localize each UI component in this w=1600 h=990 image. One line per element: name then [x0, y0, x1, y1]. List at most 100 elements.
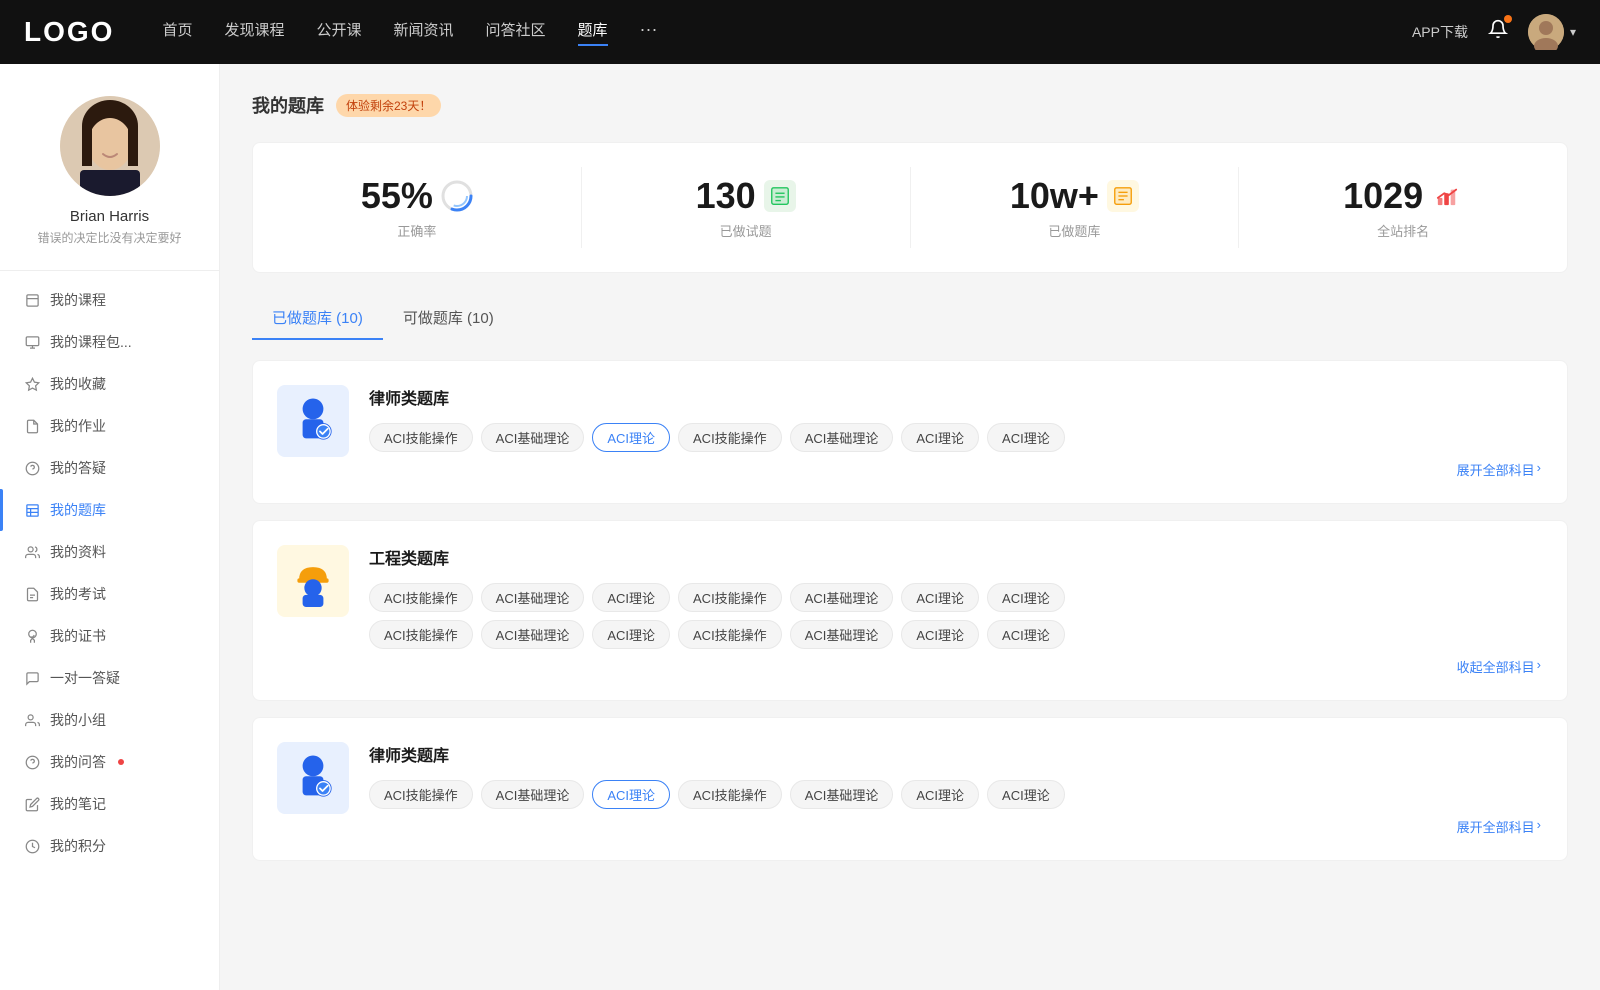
sidebar-item-notes[interactable]: 我的笔记 [0, 783, 219, 825]
tag-item[interactable]: ACI技能操作 [369, 780, 473, 809]
sidebar-item-label: 我的小组 [50, 710, 106, 730]
tabs: 已做题库 (10) 可做题库 (10) [252, 297, 1568, 340]
sidebar-item-questions[interactable]: 我的答疑 [0, 447, 219, 489]
notification-bell[interactable] [1488, 19, 1508, 45]
stat-accuracy: 55% 正确率 [253, 167, 582, 248]
stat-done-questions-value: 130 [696, 175, 756, 217]
sidebar-item-label: 我的积分 [50, 836, 106, 856]
qbank-card-engineer-1: 工程类题库 ACI技能操作 ACI基础理论 ACI理论 ACI技能操作 ACI基… [252, 520, 1568, 701]
tag-item[interactable]: ACI理论 [592, 583, 670, 612]
sidebar-item-label: 我的课程 [50, 290, 106, 310]
tag-item[interactable]: ACI技能操作 [678, 583, 782, 612]
answers-icon [24, 754, 40, 770]
nav-news[interactable]: 新闻资讯 [394, 19, 454, 46]
tag-item[interactable]: ACI基础理论 [790, 620, 894, 649]
tag-item[interactable]: ACI技能操作 [369, 583, 473, 612]
ranking-icon [1431, 180, 1463, 212]
tag-item[interactable]: ACI理论 [987, 620, 1065, 649]
stat-accuracy-value: 55% [361, 175, 433, 217]
tag-item[interactable]: ACI理论 [987, 583, 1065, 612]
qbank-card-lawyer-1: 律师类题库 ACI技能操作 ACI基础理论 ACI理论 ACI技能操作 ACI基… [252, 360, 1568, 504]
profile-motto: 错误的决定比没有决定要好 [21, 229, 197, 246]
tag-item[interactable]: ACI理论 [901, 780, 979, 809]
tag-item-active[interactable]: ACI理论 [592, 780, 670, 809]
tag-item[interactable]: ACI理论 [592, 620, 670, 649]
stat-top: 10w+ [1010, 175, 1139, 217]
sidebar-item-homework[interactable]: 我的作业 [0, 405, 219, 447]
sidebar-item-course-packages[interactable]: 我的课程包... [0, 321, 219, 363]
engineer-icon-wrap [277, 545, 349, 617]
page-title: 我的题库 [252, 92, 324, 118]
nav-discover[interactable]: 发现课程 [224, 19, 284, 46]
tab-done[interactable]: 已做题库 (10) [252, 297, 383, 340]
tag-row: ACI技能操作 ACI基础理论 ACI理论 ACI技能操作 ACI基础理论 AC… [369, 780, 1543, 809]
nav-open-course[interactable]: 公开课 [316, 19, 361, 46]
tag-item[interactable]: ACI理论 [987, 780, 1065, 809]
qbank-card-lawyer-2: 律师类题库 ACI技能操作 ACI基础理论 ACI理论 ACI技能操作 ACI基… [252, 717, 1568, 861]
favorites-icon [24, 376, 40, 392]
points-icon [24, 838, 40, 854]
nav-qa[interactable]: 问答社区 [486, 19, 546, 46]
stat-done-banks-label: 已做题库 [1048, 221, 1100, 240]
tag-item[interactable]: ACI技能操作 [369, 620, 473, 649]
tag-item[interactable]: ACI技能操作 [678, 620, 782, 649]
sidebar: Brian Harris 错误的决定比没有决定要好 我的课程 我的课程包... [0, 64, 220, 990]
done-banks-icon [1107, 180, 1139, 212]
app-download-link[interactable]: APP下载 [1412, 22, 1468, 42]
expand-button-2[interactable]: 展开全部科目 › [369, 817, 1543, 836]
tag-item[interactable]: ACI技能操作 [369, 423, 473, 452]
tag-item[interactable]: ACI基础理论 [481, 780, 585, 809]
tag-item[interactable]: ACI技能操作 [678, 423, 782, 452]
tag-item[interactable]: ACI基础理论 [481, 583, 585, 612]
sidebar-item-favorites[interactable]: 我的收藏 [0, 363, 219, 405]
sidebar-item-exam[interactable]: 我的考试 [0, 573, 219, 615]
tag-item[interactable]: ACI基础理论 [790, 583, 894, 612]
stat-top: 130 [696, 175, 796, 217]
sidebar-item-label: 我的笔记 [50, 794, 106, 814]
stat-ranking-value: 1029 [1343, 175, 1423, 217]
tag-item[interactable]: ACI理论 [901, 620, 979, 649]
tag-item[interactable]: ACI理论 [987, 423, 1065, 452]
tab-available[interactable]: 可做题库 (10) [383, 297, 514, 340]
tag-row: ACI技能操作 ACI基础理论 ACI理论 ACI技能操作 ACI基础理论 AC… [369, 423, 1543, 452]
page-header: 我的题库 体验剩余23天！ [252, 92, 1568, 118]
sidebar-item-points[interactable]: 我的积分 [0, 825, 219, 867]
trial-badge: 体验剩余23天！ [336, 94, 441, 117]
nav-home[interactable]: 首页 [162, 19, 192, 46]
sidebar-item-one-on-one[interactable]: 一对一答疑 [0, 657, 219, 699]
profile-section: Brian Harris 错误的决定比没有决定要好 [0, 96, 219, 271]
tag-item[interactable]: ACI基础理论 [481, 423, 585, 452]
tag-item[interactable]: ACI基础理论 [790, 423, 894, 452]
collapse-button[interactable]: 收起全部科目 › [369, 657, 1543, 676]
tag-item[interactable]: ACI基础理论 [481, 620, 585, 649]
sidebar-item-label: 一对一答疑 [50, 668, 120, 688]
user-avatar [1528, 14, 1564, 50]
courses-icon [24, 292, 40, 308]
sidebar-item-profile-data[interactable]: 我的资料 [0, 531, 219, 573]
tag-item[interactable]: ACI理论 [901, 583, 979, 612]
nav-more[interactable]: ··· [640, 19, 658, 46]
sidebar-menu: 我的课程 我的课程包... 我的收藏 我的作业 [0, 279, 219, 867]
user-avatar-wrapper[interactable]: ▾ [1528, 14, 1576, 50]
expand-button[interactable]: 展开全部科目 › [369, 460, 1543, 479]
profile-data-icon [24, 544, 40, 560]
navbar-right: APP下载 ▾ [1412, 14, 1576, 50]
tag-item[interactable]: ACI技能操作 [678, 780, 782, 809]
sidebar-item-group[interactable]: 我的小组 [0, 699, 219, 741]
sidebar-item-courses[interactable]: 我的课程 [0, 279, 219, 321]
tag-item[interactable]: ACI基础理论 [790, 780, 894, 809]
sidebar-item-question-bank[interactable]: 我的题库 [0, 489, 219, 531]
qbank-list: 律师类题库 ACI技能操作 ACI基础理论 ACI理论 ACI技能操作 ACI基… [252, 360, 1568, 877]
navbar: LOGO 首页 发现课程 公开课 新闻资讯 问答社区 题库 ··· APP下载 [0, 0, 1600, 64]
tag-item[interactable]: ACI理论 [901, 423, 979, 452]
tag-item-active[interactable]: ACI理论 [592, 423, 670, 452]
card-body: 律师类题库 ACI技能操作 ACI基础理论 ACI理论 ACI技能操作 ACI基… [369, 385, 1543, 479]
nav-question-bank[interactable]: 题库 [578, 19, 608, 46]
sidebar-item-certificate[interactable]: 我的证书 [0, 615, 219, 657]
navbar-nav: 首页 发现课程 公开课 新闻资讯 问答社区 题库 ··· [162, 19, 1412, 46]
qbank-title: 工程类题库 [369, 545, 1543, 569]
question-bank-icon [24, 502, 40, 518]
sidebar-item-answers[interactable]: 我的问答 [0, 741, 219, 783]
stat-done-questions: 130 已做试题 [582, 167, 911, 248]
card-body: 工程类题库 ACI技能操作 ACI基础理论 ACI理论 ACI技能操作 ACI基… [369, 545, 1543, 676]
